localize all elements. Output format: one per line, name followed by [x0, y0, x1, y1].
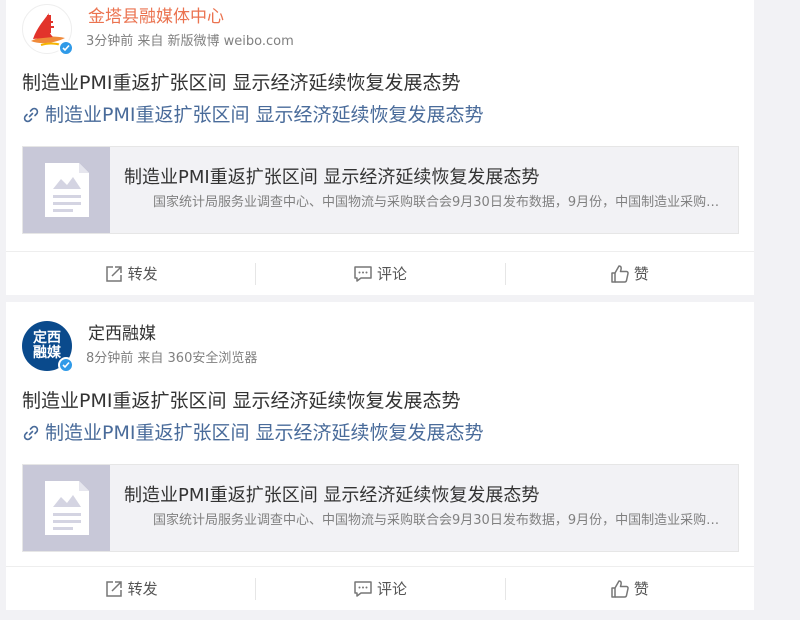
like-button[interactable]: 赞 [504, 252, 754, 295]
shared-article-card[interactable]: 制造业PMI重返扩张区间 显示经济延续恢复发展态势 国家统计局服务业调查中心、中… [22, 146, 739, 234]
like-label: 赞 [633, 580, 649, 598]
post-meta: 3分钟前 来自 新版微博 weibo.com [86, 34, 294, 49]
article-thumbnail-icon [23, 465, 110, 551]
comment-label: 评论 [376, 580, 407, 598]
link-icon [23, 425, 39, 441]
repost-label: 转发 [127, 580, 158, 598]
article-thumbnail-icon [23, 147, 110, 233]
thumbs-up-icon [611, 579, 629, 598]
comment-icon [354, 265, 372, 282]
shared-article-title: 制造业PMI重返扩张区间 显示经济延续恢复发展态势 [124, 485, 540, 506]
shared-article-summary: 国家统计局服务业调查中心、中国物流与采购联合会9月30日发布数据，9月份，中国制… [153, 195, 727, 210]
avatar[interactable]: 定西 融媒 [22, 321, 74, 373]
repost-label: 转发 [127, 265, 158, 283]
post-link-label: 制造业PMI重返扩张区间 显示经济延续恢复发展态势 [45, 422, 484, 444]
post-action-bar: 转发 评论 赞 [6, 251, 754, 295]
share-icon [105, 265, 122, 282]
avatar-text-line: 定西 [33, 330, 61, 346]
avatar[interactable] [22, 4, 74, 56]
comment-button[interactable]: 评论 [255, 567, 504, 610]
post-card: 定西 融媒 定西融媒 8分钟前 来自 360安全浏览器 制造业PMI重返扩张区间… [6, 302, 754, 610]
thumbs-up-icon [611, 264, 629, 283]
share-icon [105, 580, 122, 597]
repost-button[interactable]: 转发 [6, 252, 255, 295]
weibo-feed: 金塔县融媒体中心 3分钟前 来自 新版微博 weibo.com 制造业PMI重返… [0, 0, 800, 620]
verified-badge-icon [58, 357, 74, 373]
shared-article-card[interactable]: 制造业PMI重返扩张区间 显示经济延续恢复发展态势 国家统计局服务业调查中心、中… [22, 464, 739, 552]
avatar-text-line: 融媒 [33, 345, 61, 361]
post-card: 金塔县融媒体中心 3分钟前 来自 新版微博 weibo.com 制造业PMI重返… [6, 0, 754, 295]
shared-article-title: 制造业PMI重返扩张区间 显示经济延续恢复发展态势 [124, 167, 540, 188]
post-text: 制造业PMI重返扩张区间 显示经济延续恢复发展态势 [22, 390, 461, 412]
link-icon [23, 107, 39, 123]
comment-label: 评论 [376, 265, 407, 283]
comment-icon [354, 580, 372, 597]
post-header: 金塔县融媒体中心 3分钟前 来自 新版微博 weibo.com [6, 0, 754, 62]
like-label: 赞 [633, 265, 649, 283]
post-link[interactable]: 制造业PMI重返扩张区间 显示经济延续恢复发展态势 [22, 103, 484, 127]
post-action-bar: 转发 评论 赞 [6, 566, 754, 610]
shared-article-summary: 国家统计局服务业调查中心、中国物流与采购联合会9月30日发布数据，9月份，中国制… [153, 513, 727, 528]
repost-button[interactable]: 转发 [6, 567, 255, 610]
post-link-label: 制造业PMI重返扩张区间 显示经济延续恢复发展态势 [45, 104, 484, 126]
post-header: 定西 融媒 定西融媒 8分钟前 来自 360安全浏览器 [6, 302, 754, 373]
user-name-link[interactable]: 金塔县融媒体中心 [88, 6, 224, 28]
post-text: 制造业PMI重返扩张区间 显示经济延续恢复发展态势 [22, 72, 461, 94]
verified-badge-icon [58, 40, 74, 56]
post-link[interactable]: 制造业PMI重返扩张区间 显示经济延续恢复发展态势 [22, 421, 484, 445]
like-button[interactable]: 赞 [504, 567, 754, 610]
post-meta: 8分钟前 来自 360安全浏览器 [86, 351, 258, 366]
user-name-link[interactable]: 定西融媒 [88, 323, 156, 345]
comment-button[interactable]: 评论 [255, 252, 504, 295]
